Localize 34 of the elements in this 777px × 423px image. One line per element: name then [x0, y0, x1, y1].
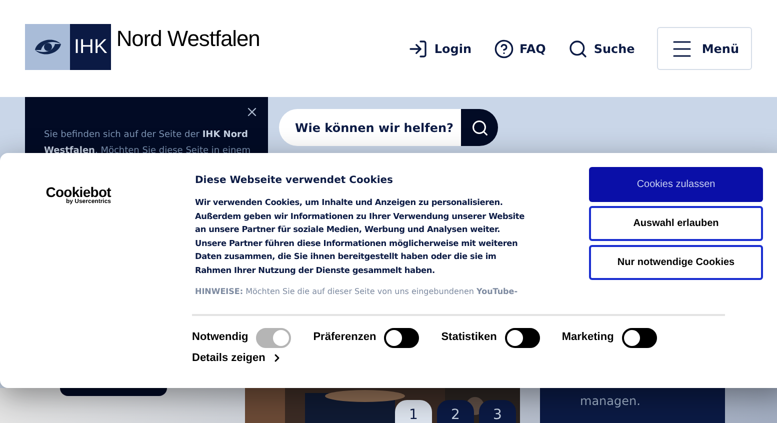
toggle-label: Marketing: [562, 330, 614, 346]
toggle-switch[interactable]: [384, 328, 420, 348]
help-icon: [494, 38, 514, 58]
nav-link[interactable]: Login: [408, 38, 472, 58]
notice-text: Sie befinden sich auf der Seite der IHK Nord: [44, 129, 248, 142]
page-button[interactable]: 3: [479, 400, 516, 423]
search-icon: [470, 118, 488, 136]
search-field[interactable]: Wie können wir helfen?: [279, 109, 461, 146]
nav-link[interactable]: FAQ: [494, 38, 546, 58]
login-icon: [408, 38, 428, 58]
cookie-button[interactable]: Auswahl erlauben: [589, 206, 763, 241]
nav-link[interactable]: Suche: [568, 38, 635, 58]
dark-button[interactable]: [60, 388, 167, 396]
toggle-switch[interactable]: [622, 328, 657, 348]
menu-button[interactable]: Menü: [656, 27, 752, 70]
dialog-title: Diese Webseite verwendet Cookies: [195, 174, 394, 188]
details-link[interactable]: Details zeigen: [192, 350, 725, 366]
cookie-button[interactable]: Cookies zulassen: [589, 167, 763, 202]
logo-mark: IHK: [74, 34, 108, 60]
page-button[interactable]: 2: [437, 400, 474, 423]
toggle-label: Notwendig: [192, 330, 248, 346]
dialog-note: HINWEISE: Möchten Sie die auf dieser Seite von uns eingebundenen YouTube-: [195, 286, 519, 298]
page-button[interactable]: 1: [395, 400, 432, 423]
notice-text: Westfalen. Möchten Sie diese Seite in einem: [44, 145, 250, 158]
dialog-text: Wir verwenden Cookies, um Inhalte und Anzeigen zu personalisieren. Außerdem geben wir Informationen zu Ihrer Verwendung unserer Website an unsere Partner für soziale Medien, Werbung und Analysen weiter. Unsere Partner führen diese Informationen möglicherweise mit weiteren Daten zusammen, die Sie ihnen bereitgestellt haben oder die sie im Rahmen Ihrer Nutzung der Dienste gesammelt haben.: [195, 196, 526, 277]
close-icon[interactable]: [245, 105, 259, 119]
search-icon: [568, 38, 588, 58]
toggle-label: Statistiken: [441, 330, 497, 346]
logo-name: Nord Westfalen: [116, 25, 260, 53]
toggle-switch[interactable]: [504, 328, 540, 348]
search-button[interactable]: [461, 109, 498, 146]
promo-text: managen.: [580, 393, 642, 410]
cookie-button[interactable]: Nur notwendige Cookies: [589, 245, 763, 280]
toggle-label: Präferenzen: [313, 330, 376, 346]
